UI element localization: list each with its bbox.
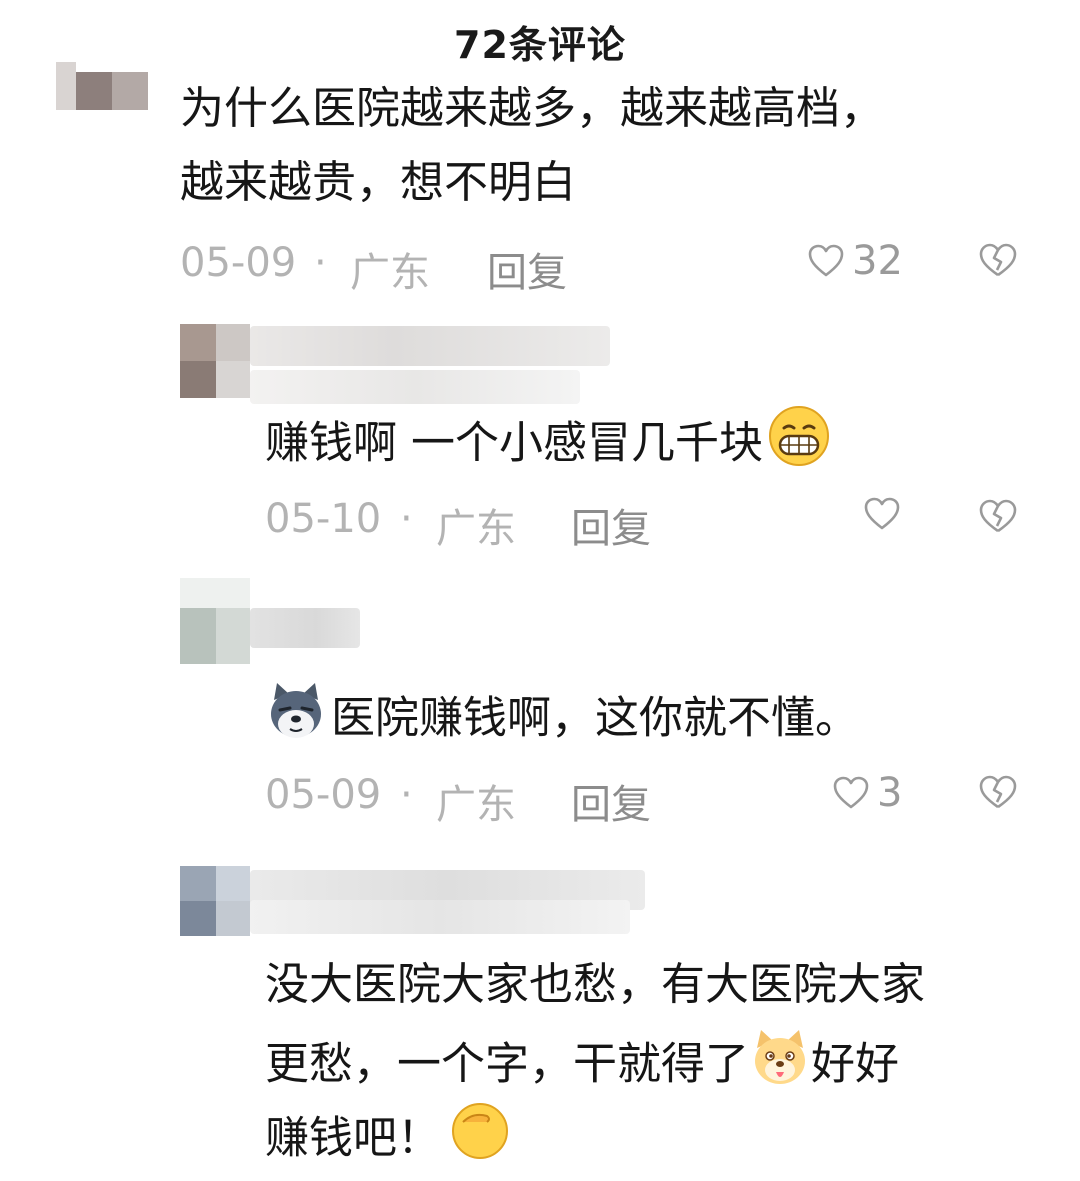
reply-button[interactable]: 回复 (571, 772, 651, 830)
reply-button[interactable]: 回复 (571, 496, 651, 554)
comment-date: 05-09 (180, 240, 297, 286)
comment-date: 05-10 (265, 496, 382, 542)
comment-text: 没大医院大家也愁，有大医院大家 (265, 959, 925, 1010)
comment-text-content: 医院赚钱啊，这你就不懂。 (331, 692, 859, 744)
comment-text-content: 赚钱啊 一个小感冒几千块 (265, 417, 763, 469)
comment-region: 广东 (436, 782, 516, 828)
like-button[interactable]: 32 (806, 238, 903, 284)
meta-separator: · (314, 240, 327, 286)
grin-emoji-icon (767, 404, 831, 487)
comment-text: 赚钱啊 一个小感冒几千块 (265, 404, 831, 487)
heart-outline-icon (806, 241, 846, 281)
facepalm-emoji-icon (449, 1100, 511, 1181)
like-button[interactable] (862, 494, 902, 534)
comment-text-content: 好好 (811, 1038, 899, 1090)
dislike-button[interactable] (976, 240, 1020, 280)
wolf-emoji-icon (265, 680, 327, 761)
like-count: 32 (852, 238, 903, 284)
heart-outline-icon (862, 494, 902, 534)
avatar[interactable] (180, 324, 250, 398)
comment-text: 越来越贵，想不明白 (180, 157, 576, 208)
comment-text: 更愁，一个字，干就得了 好好 (265, 1026, 899, 1107)
comment-text: 医院赚钱啊，这你就不懂。 (265, 680, 859, 761)
meta-separator: · (400, 496, 413, 542)
username-placeholder[interactable] (250, 608, 360, 648)
comment-text: 赚钱吧！ (265, 1100, 511, 1181)
broken-heart-icon (979, 499, 1017, 533)
comment-text: 为什么医院越来越多，越来越高档， (180, 83, 884, 134)
avatar[interactable] (180, 866, 250, 936)
comment-date: 05-09 (265, 772, 382, 818)
meta-separator: · (400, 772, 413, 818)
dislike-button[interactable] (976, 772, 1020, 812)
comments-count-title: 72条评论 (454, 23, 626, 67)
comment-region: 广东 (350, 250, 430, 296)
username-placeholder (250, 370, 580, 404)
comment-text-content: 赚钱吧！ (265, 1112, 441, 1164)
broken-heart-icon (979, 775, 1017, 809)
username-placeholder[interactable] (250, 326, 610, 366)
comment-region: 广东 (436, 506, 516, 552)
reply-button[interactable]: 回复 (487, 240, 567, 298)
avatar[interactable] (180, 578, 250, 664)
doge-emoji-icon (749, 1026, 811, 1107)
dislike-button[interactable] (976, 496, 1020, 536)
like-count: 3 (877, 770, 903, 816)
like-button[interactable]: 3 (831, 770, 902, 816)
avatar[interactable] (56, 62, 148, 110)
username-placeholder (250, 900, 630, 934)
comment-text-content: 更愁，一个字，干就得了 (265, 1038, 749, 1090)
heart-outline-icon (831, 773, 871, 813)
broken-heart-icon (979, 243, 1017, 277)
